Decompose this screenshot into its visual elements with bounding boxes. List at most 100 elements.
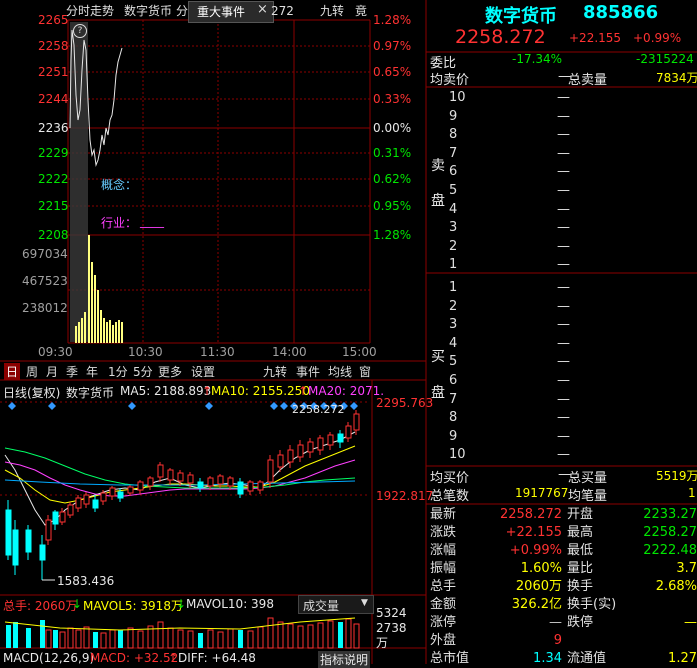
tab-intraday[interactable]: 分时走势 — [66, 2, 114, 20]
tab-5min[interactable]: 5分 — [133, 363, 153, 380]
tab-jiuzhuan[interactable]: 九转 — [320, 2, 344, 20]
stat-label: 跌停 — [567, 615, 594, 630]
sell-level-row[interactable]: 9— — [449, 108, 689, 126]
tab-window[interactable]: 窗 — [359, 363, 371, 380]
buy-level-row[interactable]: 3— — [449, 316, 689, 334]
stat-row: 涨停 — 跌停 — — [430, 614, 697, 632]
stat-value: 2233.27 — [643, 507, 697, 522]
buy-level-row[interactable]: 4— — [449, 335, 689, 353]
tab-quarter[interactable]: 季 — [66, 363, 78, 380]
sell-level-row[interactable]: 6— — [449, 163, 689, 181]
price-tick: 2265 — [38, 13, 69, 27]
buy-level-row[interactable]: 10 — — [449, 446, 689, 464]
tab-month[interactable]: 月 — [46, 363, 58, 380]
tab-settings[interactable]: 设置 — [191, 363, 215, 380]
price-tick: 2258 — [38, 39, 69, 53]
stat-value: 326.2亿 — [511, 597, 562, 612]
sell-level-level: 1 — [449, 257, 458, 273]
buy-level-level: 10 — [449, 447, 466, 463]
buy-side-label: 买 — [431, 349, 445, 365]
tab-jiuzhuan-kline[interactable]: 九转 — [263, 363, 287, 380]
total-sell-label: 总卖量 — [568, 73, 608, 88]
sell-level-row[interactable]: 3— — [449, 219, 689, 237]
kline-title: 日线(复权) — [3, 386, 61, 400]
tab-week[interactable]: 周 — [26, 363, 38, 380]
arrow-down-icon: ↓ — [72, 597, 83, 611]
pct-tick: 0.33% — [373, 92, 412, 106]
sell-level-row[interactable]: 8— — [449, 126, 689, 144]
pct-tick: 1.28% — [373, 13, 412, 27]
buy-level-row[interactable]: 2— — [449, 298, 689, 316]
close-icon[interactable]: × — [257, 2, 268, 17]
indicator-help-link[interactable]: 指标说明 — [318, 651, 371, 668]
buy-level-level: 8 — [449, 410, 458, 426]
weicha-value: -2315224 — [636, 52, 694, 66]
buy-level-row[interactable]: 5— — [449, 353, 689, 371]
total-sell-value: 7834万 — [656, 71, 697, 85]
concept-label: 概念： — [101, 178, 138, 192]
sell-level-row[interactable]: 10 — — [449, 89, 689, 107]
stat-label: 换手 — [567, 579, 594, 594]
tab-sector-name[interactable]: 数字货币 — [124, 2, 172, 20]
sell-level-row[interactable]: 5— — [449, 182, 689, 200]
sell-level-row[interactable]: 2— — [449, 238, 689, 256]
help-icon[interactable]: ? — [73, 24, 87, 38]
time-tick: 11:30 — [200, 345, 235, 359]
quote-code: 885866 — [583, 2, 659, 23]
sell-level-row[interactable]: 4— — [449, 201, 689, 219]
sell-side-label: 卖 — [431, 158, 445, 174]
stat-value: 2258.27 — [643, 525, 697, 540]
volume-mavol10: MAVOL10: 398 — [186, 597, 274, 611]
buy-level-level: 2 — [449, 298, 458, 314]
tab-compete[interactable]: 竟 — [355, 2, 367, 20]
total-orders-label: 总笔数 — [430, 489, 470, 504]
tab-major-events[interactable]: 重大事件 × — [188, 1, 274, 23]
indicator-select[interactable]: 成交量 ▼ — [298, 595, 374, 614]
tab-1min[interactable]: 1分 — [108, 363, 128, 380]
kline-volume-bars — [4, 617, 360, 649]
price-tick: 2251 — [38, 65, 69, 79]
buy-level-level: 5 — [449, 354, 458, 370]
quote-pct: +0.99% — [633, 31, 682, 45]
buy-level-row[interactable]: 6— — [449, 372, 689, 390]
pct-tick: 1.28% — [373, 228, 412, 242]
sell-level-level: 2 — [449, 238, 458, 254]
time-tick: 15:00 — [342, 345, 377, 359]
stat-label: 量比 — [567, 561, 594, 576]
stat-label: 换手(实) — [567, 597, 617, 612]
buy-level-row[interactable]: 9— — [449, 428, 689, 446]
tab-events[interactable]: 事件 — [296, 363, 320, 380]
tab-day[interactable]: 日 — [4, 363, 21, 380]
tab-partial[interactable]: 272 — [271, 2, 294, 20]
tab-year[interactable]: 年 — [86, 363, 98, 380]
stat-value: 2222.48 — [643, 543, 697, 558]
sell-level-price: — — [557, 164, 570, 180]
buy-level-price: — — [557, 354, 570, 370]
quote-price: 2258.272 — [455, 26, 546, 48]
sell-level-row[interactable]: 1— — [449, 256, 689, 274]
buy-level-level: 7 — [449, 391, 458, 407]
buy-level-row[interactable]: 7— — [449, 391, 689, 409]
volume-tick: 2738 — [376, 621, 407, 635]
industry-value[interactable]: ____ — [140, 214, 164, 228]
tab-more[interactable]: 更多 — [158, 363, 182, 380]
stat-row: 总手 2060万 换手 2.68% — [430, 578, 697, 596]
stat-row: 金额 326.2亿 换手(实) — [430, 596, 697, 614]
buy-level-level: 3 — [449, 317, 458, 333]
sell-level-row[interactable]: 7— — [449, 145, 689, 163]
stat-label: 总手 — [430, 579, 457, 594]
time-tick: 09:30 — [38, 345, 73, 359]
arrow-down-icon: ↓ — [176, 597, 187, 611]
buy-level-level: 6 — [449, 373, 458, 388]
stat-value: 1.60% — [520, 561, 562, 576]
total-orders-value: 1917767 — [515, 486, 569, 500]
tab-major-events-label: 重大事件 — [197, 5, 246, 19]
buy-level-row[interactable]: 1— — [449, 279, 689, 297]
kline-ma10: MA10: 2155.250 — [211, 384, 310, 398]
macd-value: MACD: +32.52 — [90, 651, 179, 665]
tab-moving-average[interactable]: 均线 — [328, 363, 352, 380]
avg-buy-label: 均买价 — [430, 471, 470, 486]
arrow-up-icon: ↑ — [298, 384, 309, 398]
buy-level-row[interactable]: 8— — [449, 409, 689, 427]
tab-minute[interactable]: 分 — [176, 2, 188, 20]
